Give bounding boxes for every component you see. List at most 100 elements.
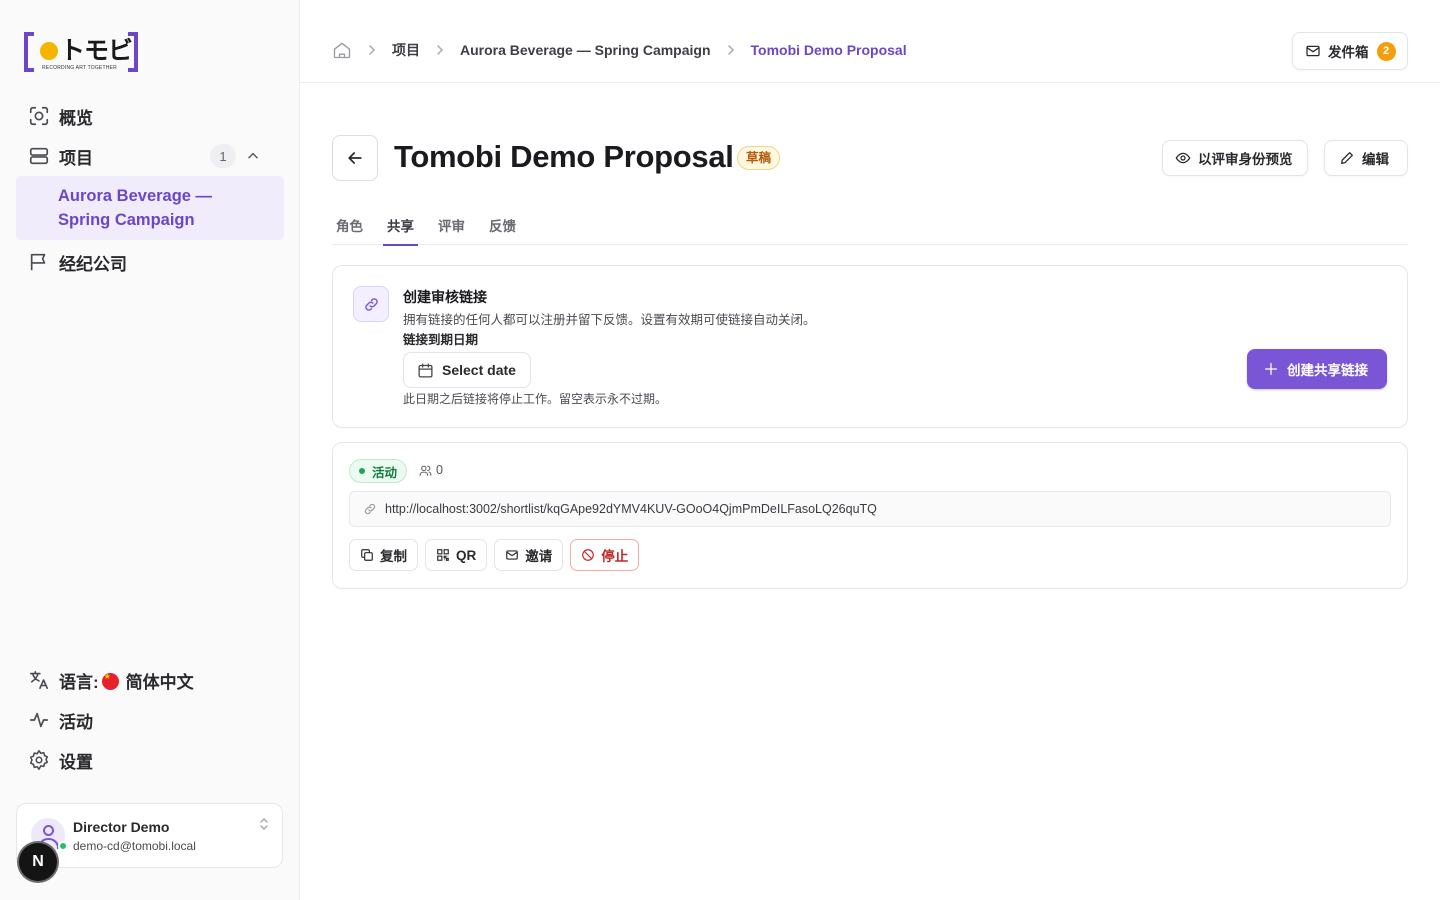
create-share-link-button[interactable]: 创建共享链接 [1247,349,1387,389]
flag-icon [30,253,46,271]
preview-as-reviewer-button[interactable]: 以评审身份预览 [1162,140,1308,176]
language-label: 语言: [59,672,99,692]
tab-review[interactable]: 评审 [434,209,469,245]
chevron-right-icon [369,45,376,55]
qr-label: QR [456,547,477,563]
qr-code-icon [437,549,449,561]
invite-button[interactable]: 邀请 [494,539,564,571]
share-link-card: 活动 0 http://localhost:3002/shortlist/kqG… [332,442,1408,589]
brand-logo[interactable]: トモビ RECORDING ART TOGETHER [24,32,140,74]
ban-icon [582,549,595,561]
status-badge: 草稿 [737,146,781,170]
sidebar-bottom-nav: 语言: 简体中文 活动 设置 [16,660,284,780]
qr-button[interactable]: QR [425,539,488,571]
expiry-hint: 此日期之后链接将停止工作。留空表示永不过期。 [403,392,668,406]
language-value: 简体中文 [125,672,194,692]
sidebar-item-label: 概览 [59,108,93,128]
logo-tagline: RECORDING ART TOGETHER [42,65,117,71]
title-row: Tomobi Demo Proposal 草稿 以评审身份预览 编辑 [332,135,1408,181]
projects-count-badge: 1 [210,144,236,168]
sidebar-item-overview[interactable]: 概览 [16,96,284,136]
china-flag-icon [101,672,119,690]
translate-icon [29,670,49,690]
status-badge: 活动 [349,459,408,483]
next-dev-indicator[interactable]: N [19,843,57,881]
chevron-right-icon [437,45,444,55]
plus-icon [1265,363,1277,375]
create-share-link-label: 创建共享链接 [1287,363,1368,378]
breadcrumb-campaign[interactable]: Aurora Beverage — Spring Campaign [460,42,711,58]
sidebar-item-agencies[interactable]: 经纪公司 [16,242,284,282]
gear-icon [29,750,49,770]
breadcrumb-current: Tomobi Demo Proposal [750,42,907,58]
arrow-left-icon [348,152,362,164]
edit-button[interactable]: 编辑 [1324,140,1408,176]
tab-sharing[interactable]: 共享 [383,209,418,246]
sidebar-item-label: 设置 [59,752,93,772]
copy-label: 复制 [380,549,407,564]
stop-label: 停止 [601,549,629,564]
chevrons-up-down-icon [260,818,268,830]
copy-icon [361,549,373,561]
link-icon-box [353,286,389,322]
outbox-count-badge: 2 [1376,41,1396,61]
sidebar-item-projects[interactable]: 项目 1 [16,136,284,176]
language-selector[interactable]: 语言: 简体中文 [16,660,284,700]
active-status-dot [359,468,365,474]
activity-icon [29,712,49,728]
sidebar-item-activity[interactable]: 活动 [16,700,284,740]
outbox-button[interactable]: 发件箱 2 [1292,32,1408,70]
link-icon [364,297,378,311]
sidebar-item-settings[interactable]: 设置 [16,740,284,780]
sidebar-item-label: 经纪公司 [59,254,127,274]
expiry-date-picker[interactable]: Select date [403,352,531,388]
date-placeholder: Select date [442,362,516,378]
pencil-icon [1341,152,1353,164]
page-title: Tomobi Demo Proposal [394,139,734,174]
edit-label: 编辑 [1362,152,1389,167]
sidebar-nav: 概览 项目 1 Aurora Beverage — Spring Campaig… [16,96,284,282]
logo-wordmark: トモビ [60,37,133,65]
calendar-icon [418,362,433,378]
user-email: demo-cd@tomobi.local [73,839,196,853]
share-link-url-field[interactable]: http://localhost:3002/shortlist/kqGApe92… [349,491,1391,527]
copy-button[interactable]: 复制 [349,539,418,571]
tab-roles[interactable]: 角色 [332,209,367,245]
mail-icon [1306,45,1320,57]
create-review-link-card: 创建审核链接 拥有链接的任何人都可以注册并留下反馈。设置有效期可使链接自动关闭。… [332,265,1408,428]
logo-bracket-right [128,32,138,72]
chevron-right-icon [727,45,734,55]
viewer-count-value: 0 [436,463,443,477]
top-header: 项目 Aurora Beverage — Spring Campaign Tom… [300,0,1440,83]
sidebar-item-label: 项目 [59,148,93,168]
breadcrumb: 项目 Aurora Beverage — Spring Campaign Tom… [332,40,907,60]
scan-icon [29,106,49,126]
tab-bar: 角色 共享 评审 反馈 [332,209,1408,246]
outbox-label: 发件箱 [1328,45,1369,60]
preview-label: 以评审身份预览 [1198,152,1293,167]
back-button[interactable] [332,135,378,181]
viewer-count: 0 [419,463,443,477]
sidebar: トモビ RECORDING ART TOGETHER 概览 项目 1 Auror… [0,0,300,900]
invite-label: 邀请 [525,549,553,564]
logo-bracket-left [24,32,34,72]
create-link-description: 拥有链接的任何人都可以注册并留下反馈。设置有效期可使链接自动关闭。 [403,313,816,327]
link-icon [364,503,376,515]
breadcrumb-projects[interactable]: 项目 [392,40,420,60]
chevron-up-icon[interactable] [246,149,260,163]
home-icon[interactable] [332,40,352,60]
user-name: Director Demo [73,819,170,835]
sidebar-item-label: 活动 [59,712,93,732]
share-link-url: http://localhost:3002/shortlist/kqGApe92… [385,502,877,516]
users-icon [419,465,432,476]
layers-icon [29,147,49,165]
expiry-date-label: 链接到期日期 [403,333,479,347]
sidebar-subitem-aurora-campaign[interactable]: Aurora Beverage — Spring Campaign [16,176,284,240]
create-link-title: 创建审核链接 [403,289,487,305]
link-actions: 复制 QR 邀请 停止 [349,539,646,571]
stop-link-button[interactable]: 停止 [570,539,640,571]
mail-icon [506,550,519,560]
eye-icon [1175,152,1191,164]
logo-dot [40,42,58,60]
tab-feedback[interactable]: 反馈 [485,209,520,245]
